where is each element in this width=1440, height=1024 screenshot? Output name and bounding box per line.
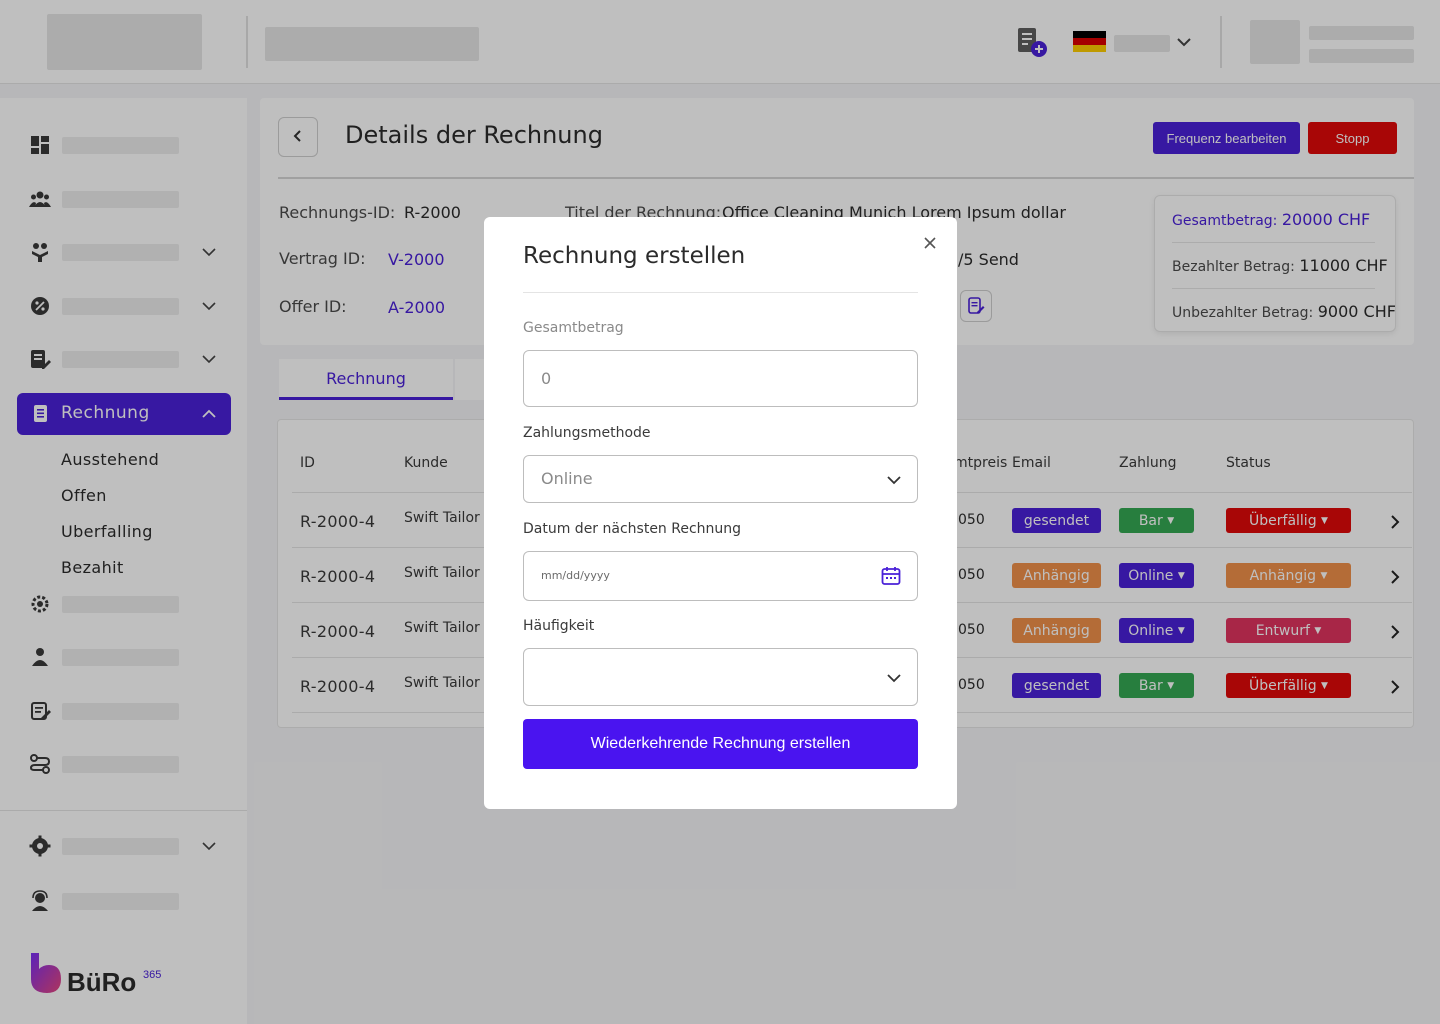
frequency-label: Häufigkeit [523,618,595,634]
frequency-select[interactable] [523,648,918,706]
payment-method-label: Zahlungsmethode [523,425,651,441]
payment-method-value: Online [541,469,593,488]
next-date-label: Datum der nächsten Rechnung [523,521,742,537]
create-recurring-invoice-button[interactable]: Wiederkehrende Rechnung erstellen [523,719,918,769]
total-amount-placeholder: 0 [541,369,552,388]
calendar-icon[interactable] [880,565,902,587]
payment-method-select[interactable]: Online [523,455,918,503]
create-invoice-modal: Rechnung erstellen Gesamtbetrag 0 Zahlun… [484,217,957,809]
total-amount-input[interactable]: 0 [523,350,918,407]
modal-divider [523,292,918,293]
total-amount-field-label: Gesamtbetrag [523,320,624,336]
next-date-input[interactable]: mm/dd/yyyy [523,551,918,601]
chevron-down-icon [886,670,902,686]
chevron-down-icon [886,472,902,488]
close-icon[interactable] [922,235,938,251]
modal-title: Rechnung erstellen [523,243,746,269]
next-date-placeholder: mm/dd/yyyy [541,569,610,582]
